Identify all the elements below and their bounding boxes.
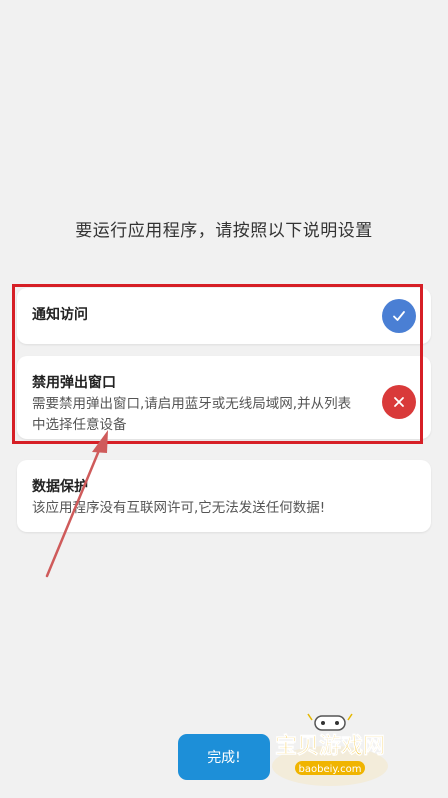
- card-notification-access[interactable]: 通知访问: [17, 288, 431, 344]
- card-description: 该应用程序没有互联网许可,它无法发送任何数据!: [32, 500, 326, 516]
- close-icon: [382, 385, 416, 419]
- instruction-text: 要运行应用程序，请按照以下说明设置: [75, 221, 373, 241]
- card-title: 禁用弹出窗口: [32, 375, 116, 391]
- card-data-protection[interactable]: 数据保护 该应用程序没有互联网许可,它无法发送任何数据!: [17, 460, 431, 532]
- watermark-logo: 宝贝游戏网 baobeiy.com: [272, 713, 388, 786]
- watermark-url: baobeiy.com: [299, 764, 362, 775]
- card-description: 需要禁用弹出窗口,请启用蓝牙或无线局域网,并从列表中选择任意设备: [32, 396, 352, 433]
- card-title: 通知访问: [32, 307, 88, 323]
- watermark-name: 宝贝游戏网: [275, 733, 385, 759]
- check-icon: [382, 299, 416, 333]
- card-title: 数据保护: [32, 479, 88, 495]
- card-disable-popup[interactable]: 禁用弹出窗口 需要禁用弹出窗口,请启用蓝牙或无线局域网,并从列表中选择任意设备: [17, 356, 431, 439]
- done-button[interactable]: 完成!: [178, 734, 270, 780]
